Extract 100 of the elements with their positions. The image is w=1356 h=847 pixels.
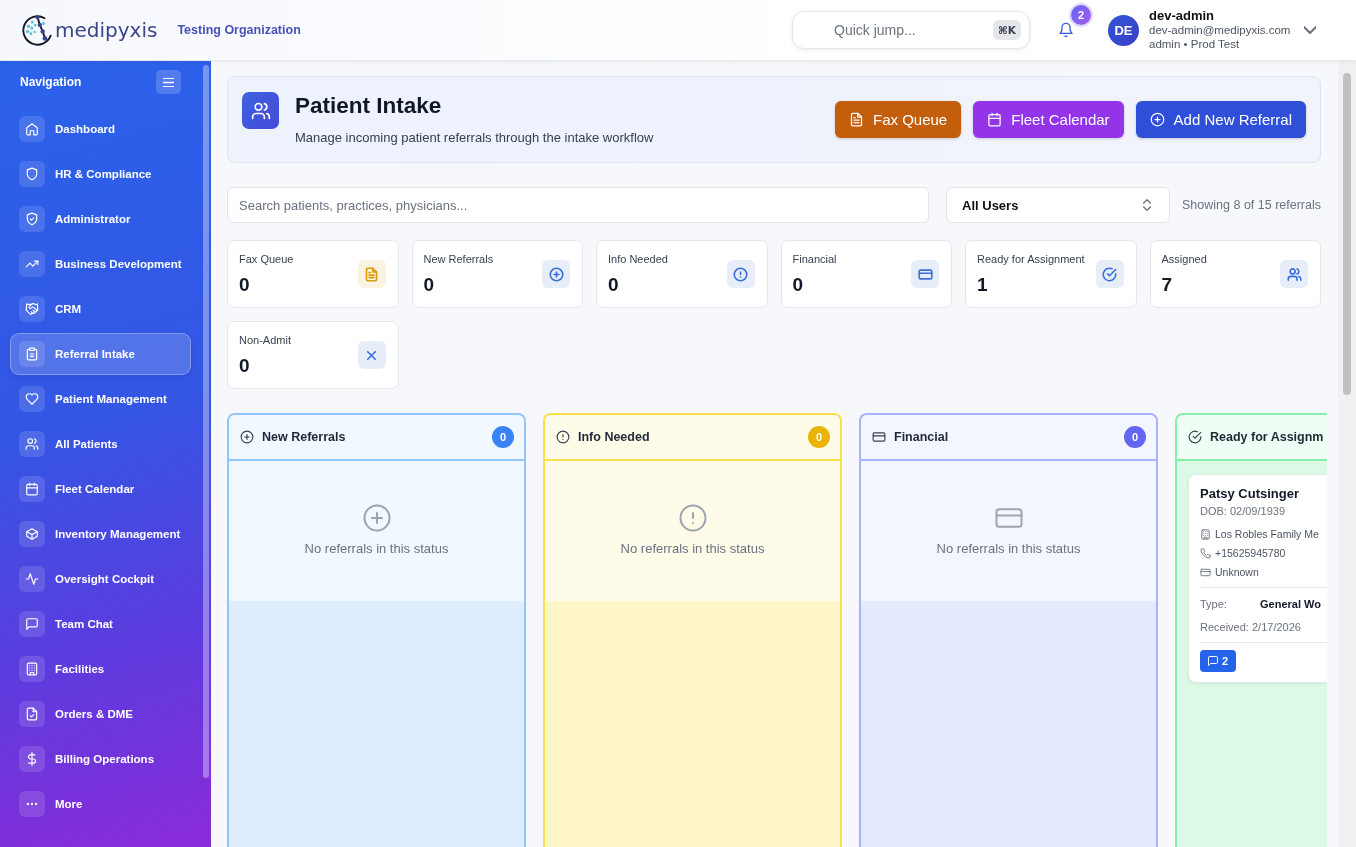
empty-state-text: No referrals in this status	[304, 541, 449, 557]
stat-label: Non-Admit	[239, 333, 291, 347]
plus-circle-icon	[361, 503, 392, 533]
box-icon	[19, 521, 45, 547]
search-field[interactable]: Search patients, practices, physicians...	[227, 187, 930, 223]
shortcut-key: ⌘K	[993, 20, 1021, 40]
menu-icon	[163, 77, 174, 87]
alert-circle-icon	[677, 503, 708, 533]
stat-value: 7	[1161, 274, 1174, 296]
count-badge: 0	[808, 426, 830, 448]
user-filter-select[interactable]: All Users	[946, 187, 1171, 223]
logo-text: medipyxis	[55, 18, 158, 42]
calendar-icon	[987, 112, 1003, 127]
stat-value: 0	[239, 355, 251, 377]
column-title: Info Needed	[578, 430, 650, 444]
type-label: Type:	[1200, 597, 1228, 611]
stat-label: New Referrals	[423, 252, 494, 266]
stat-value: 0	[423, 274, 436, 296]
logo-icon	[20, 13, 54, 47]
nav-item[interactable]: Patient Management	[10, 378, 191, 420]
calendar-icon	[19, 476, 45, 502]
stat-value: 0	[608, 274, 620, 296]
referral-card[interactable]: Patsy Cutsinger DOB: 02/09/1939 Los Robles Family Me +15625945780 Unknown Type: General Wo Received: 2/17/2026 2	[1188, 474, 1327, 683]
nav-item[interactable]: Orders & DME	[10, 693, 191, 735]
plus-circle-icon	[240, 430, 254, 444]
nav-item[interactable]: Fleet Calendar	[10, 468, 191, 510]
type-value: General Wo	[1260, 597, 1321, 611]
phone-icon	[1200, 547, 1211, 559]
column-title: New Referrals	[262, 430, 346, 444]
chat-bubble-icon	[1207, 656, 1218, 666]
patient-name: Patsy Cutsinger	[1200, 486, 1300, 502]
users-icon	[242, 92, 279, 129]
scrollbar-thumb[interactable]	[203, 65, 209, 778]
page-title: Patient Intake	[295, 92, 443, 120]
nav-item[interactable]: Facilities	[10, 648, 191, 690]
nav-item[interactable]: All Patients	[10, 423, 191, 465]
nav-item[interactable]: Business Development	[10, 243, 191, 285]
comments-badge[interactable]: 2	[1200, 650, 1236, 672]
received-date: Received: 2/17/2026	[1200, 620, 1302, 634]
plus-circle-icon	[1149, 112, 1165, 127]
nav-item[interactable]: HR & Compliance	[10, 153, 191, 195]
chat-bubble-icon	[19, 611, 45, 637]
results-count-text: Showing 8 of 15 referrals	[1182, 198, 1321, 212]
nav-item[interactable]: Administrator	[10, 198, 191, 240]
fax-queue-button[interactable]: Fax Queue	[835, 101, 962, 138]
nav-item[interactable]: CRM	[10, 288, 191, 330]
stat-label: Ready for Assignment	[977, 252, 1085, 266]
stat-value: 0	[239, 274, 251, 296]
dollar-icon	[19, 746, 45, 772]
chevron-up-down-icon	[1143, 199, 1152, 211]
page-subtitle: Manage incoming patient referrals through the intake workflow	[295, 130, 654, 146]
nav-item[interactable]: Referral Intake	[10, 333, 191, 375]
shield-icon	[19, 161, 45, 187]
add-referral-button[interactable]: Add New Referral	[1135, 101, 1306, 138]
nav-item[interactable]: Billing Operations	[10, 738, 191, 780]
scrollbar-thumb[interactable]	[1343, 73, 1351, 395]
practice-name: Los Robles Family Me	[1215, 527, 1319, 541]
user-name: dev-admin	[1149, 9, 1215, 23]
count-badge: 0	[492, 426, 514, 448]
document-check-icon	[19, 701, 45, 727]
nav-item[interactable]: Inventory Management	[10, 513, 191, 555]
birth-date: DOB: 02/09/1939	[1200, 504, 1286, 518]
stat-label: Info Needed	[608, 252, 668, 266]
phone-number: +15625945780	[1215, 546, 1286, 560]
credit-card-icon	[1200, 566, 1211, 578]
nav-item[interactable]: Oversight Cockpit	[10, 558, 191, 600]
stat-value: 1	[977, 274, 989, 296]
building-icon	[19, 656, 45, 682]
notification-badge: 2	[1071, 5, 1091, 25]
organization-name: Testing Organization	[177, 23, 301, 37]
document-icon	[849, 112, 864, 127]
scrollbar[interactable]	[1338, 61, 1356, 847]
nav-item[interactable]: More	[10, 783, 191, 825]
column-title: Ready for Assignm	[1210, 430, 1324, 444]
fleet-calendar-button[interactable]: Fleet Calendar	[973, 101, 1124, 138]
alert-circle-icon	[556, 430, 570, 444]
chevron-down-icon[interactable]	[1304, 26, 1316, 34]
users-icon	[19, 431, 45, 457]
credit-card-icon	[872, 430, 886, 444]
building-icon	[1200, 528, 1211, 540]
home-icon	[19, 116, 45, 142]
sidebar-title: Navigation	[20, 75, 82, 89]
empty-state-text: No referrals in this status	[620, 541, 765, 557]
user-role: admin • Prod Test	[1149, 37, 1241, 51]
stat-value: 0	[792, 274, 805, 296]
stat-label: Financial	[792, 252, 837, 266]
shield-check-icon	[19, 206, 45, 232]
stat-label: Assigned	[1161, 252, 1207, 266]
more-icon	[19, 791, 45, 817]
avatar[interactable]: DE	[1108, 14, 1139, 46]
column-title: Financial	[894, 430, 949, 444]
handshake-icon	[19, 296, 45, 322]
menu-button[interactable]	[156, 70, 181, 94]
user-email: dev-admin@medipyxis.com	[1149, 23, 1292, 37]
empty-state-text: No referrals in this status	[936, 541, 1081, 557]
nav-item[interactable]: Team Chat	[10, 603, 191, 645]
bell-icon[interactable]	[1058, 22, 1074, 38]
clipboard-icon	[19, 341, 45, 367]
nav-item[interactable]: Dashboard	[10, 108, 191, 150]
stat-label: Fax Queue	[239, 252, 294, 266]
